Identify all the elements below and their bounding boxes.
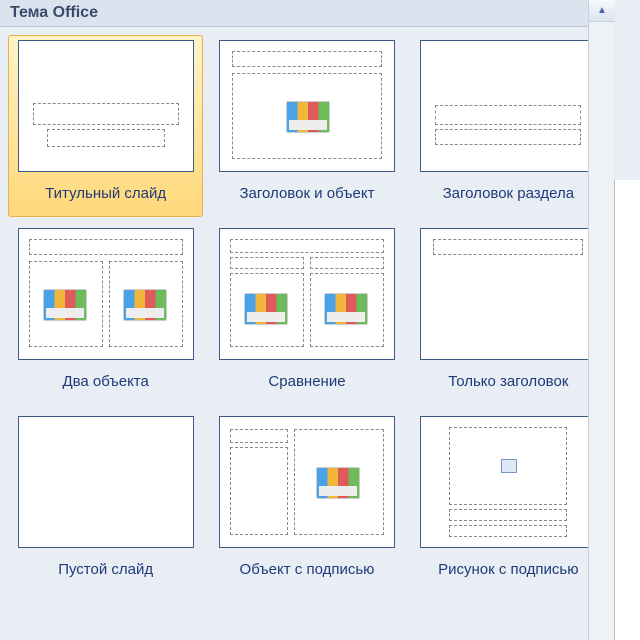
layout-label: Пустой слайд xyxy=(58,552,153,588)
layout-item-title-slide[interactable]: Титульный слайд xyxy=(8,35,203,217)
layout-label: Рисунок с подписью xyxy=(438,552,578,588)
theme-title: Тема Office xyxy=(10,4,98,21)
layout-label: Заголовок раздела xyxy=(443,176,574,212)
layout-label: Сравнение xyxy=(268,364,345,400)
layout-label: Заголовок и объект xyxy=(239,176,374,212)
layout-thumb xyxy=(18,228,194,360)
layout-label: Только заголовок xyxy=(448,364,568,400)
theme-header: Тема Office xyxy=(0,0,614,27)
layout-thumb xyxy=(420,40,596,172)
background-document xyxy=(614,180,640,640)
layout-thumb xyxy=(18,40,194,172)
layout-gallery-panel: Тема Office Титульный слайд Заголовок и … xyxy=(0,0,614,640)
scroll-up-button[interactable]: ▲ xyxy=(589,0,615,22)
layout-item-title-content[interactable]: Заголовок и объект xyxy=(209,35,404,217)
layout-thumb xyxy=(219,416,395,548)
layout-item-section-header[interactable]: Заголовок раздела xyxy=(411,35,606,217)
chevron-up-icon: ▲ xyxy=(597,5,607,16)
scrollbar-vertical[interactable]: ▲ xyxy=(588,0,614,640)
layout-thumb xyxy=(219,228,395,360)
layout-thumb xyxy=(420,416,596,548)
layout-item-comparison[interactable]: Сравнение xyxy=(209,223,404,405)
layout-item-title-only[interactable]: Только заголовок xyxy=(411,223,606,405)
layout-grid: Титульный слайд Заголовок и объект Загол… xyxy=(0,27,614,601)
layout-thumb xyxy=(420,228,596,360)
layout-label: Два объекта xyxy=(62,364,148,400)
layout-label: Титульный слайд xyxy=(45,176,166,212)
layout-item-picture-caption[interactable]: Рисунок с подписью xyxy=(411,411,606,593)
layout-item-content-caption[interactable]: Объект с подписью xyxy=(209,411,404,593)
layout-label: Объект с подписью xyxy=(240,552,375,588)
layout-item-two-content[interactable]: Два объекта xyxy=(8,223,203,405)
layout-thumb xyxy=(18,416,194,548)
layout-thumb xyxy=(219,40,395,172)
layout-item-blank[interactable]: Пустой слайд xyxy=(8,411,203,593)
